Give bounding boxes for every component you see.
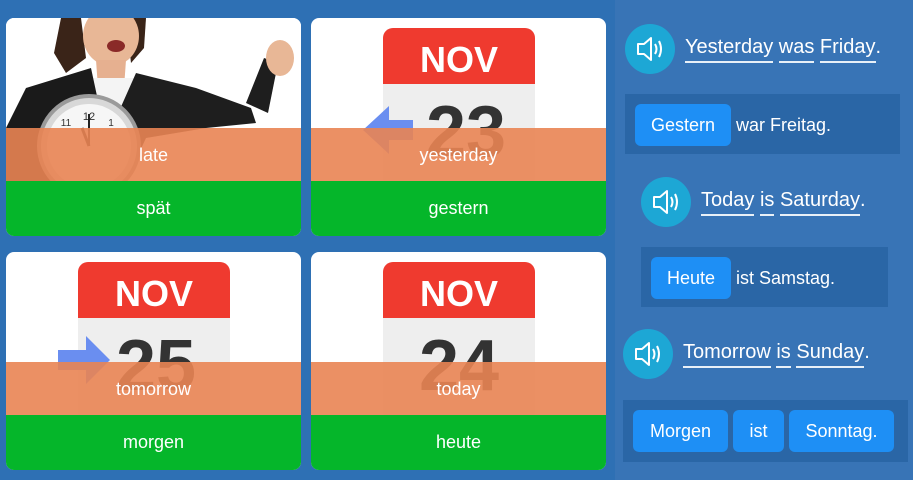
sentence-word[interactable]: is	[776, 341, 791, 368]
word-label: yesterday	[311, 128, 606, 182]
word-label: today	[311, 362, 606, 416]
sentence-word[interactable]: Today	[701, 189, 755, 216]
calendar-month: NOV	[420, 39, 498, 80]
word-card-tomorrow[interactable]: NOV 25 tomorrow morgen	[6, 252, 301, 470]
translation-label: heute	[311, 415, 606, 470]
speaker-button[interactable]	[641, 177, 691, 227]
sentence-word[interactable]: is	[759, 189, 775, 216]
english-sentence: Today is Saturday.	[701, 189, 866, 216]
sentence-word[interactable]: was	[778, 36, 815, 63]
answer-chip[interactable]: Gestern	[635, 104, 731, 146]
answer-chip[interactable]: Heute	[651, 257, 731, 299]
translation-label: morgen	[6, 415, 301, 470]
word-label: tomorrow	[6, 362, 301, 416]
speaker-icon	[653, 190, 678, 214]
answer-chip[interactable]: ist	[733, 410, 784, 452]
english-sentence: Yesterday was Friday.	[685, 36, 881, 63]
speaker-button[interactable]	[623, 329, 673, 379]
word-card-yesterday[interactable]: NOV 23 yesterday gestern	[311, 18, 606, 236]
answer-text: ist Samstag.	[736, 268, 836, 288]
word-label: late	[6, 128, 301, 182]
word-card-late[interactable]: 12 11 1 late spät	[6, 18, 301, 236]
speaker-icon	[635, 342, 660, 366]
sentence-word[interactable]: Yesterday	[685, 36, 774, 63]
sentence-word[interactable]: Friday	[819, 36, 876, 63]
sentence-word[interactable]: Sunday	[796, 341, 865, 368]
calendar-month: NOV	[420, 273, 498, 314]
translation-label: gestern	[311, 181, 606, 236]
translation-label: spät	[6, 181, 301, 236]
sentence-punctuation: .	[875, 36, 882, 58]
answer-chip[interactable]: Morgen	[633, 410, 728, 452]
answer-chip[interactable]: Sonntag.	[789, 410, 894, 452]
word-card-today[interactable]: NOV 24 today heute	[311, 252, 606, 470]
speaker-button[interactable]	[625, 24, 675, 74]
english-sentence: Tomorrow is Sunday.	[683, 341, 870, 368]
calendar-month: NOV	[115, 273, 193, 314]
sentence-word[interactable]: Tomorrow	[683, 341, 771, 368]
speaker-icon	[637, 37, 662, 61]
answer-text: war Freitag.	[736, 115, 832, 135]
sentence-punctuation: .	[860, 189, 866, 211]
sentence-word[interactable]: Saturday	[779, 189, 861, 216]
sentence-punctuation: .	[864, 341, 870, 363]
